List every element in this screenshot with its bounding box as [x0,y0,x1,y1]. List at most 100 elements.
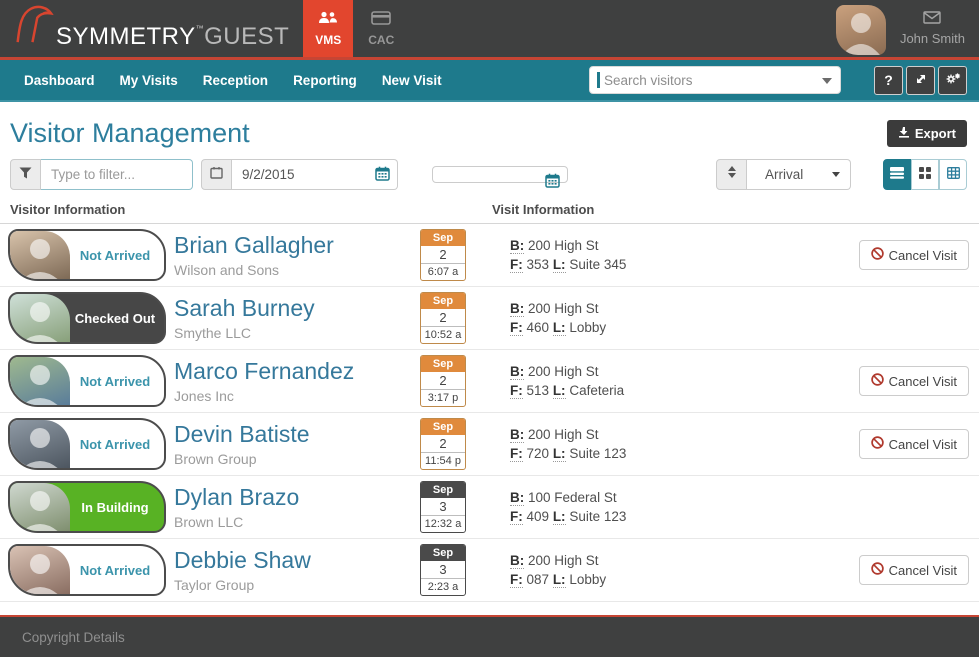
cancel-visit-button[interactable]: Cancel Visit [859,429,969,459]
expand-button[interactable] [906,66,935,95]
expand-icon [914,72,928,89]
status-label: Not Arrived [70,420,164,468]
visitor-status-badge: Not Arrived [8,544,166,596]
ban-icon [871,373,884,389]
visitor-name[interactable]: Brian Gallagher [174,232,420,258]
status-label: Not Arrived [70,357,164,405]
date-badge: Sep 2 6:07 a [420,229,466,281]
help-button[interactable]: ? [874,66,903,95]
export-button[interactable]: Export [887,120,967,147]
brand-name: SYMMETRY™GUEST [56,25,289,49]
date-badge: Sep 3 2:23 a [420,544,466,596]
main-nav: Dashboard My Visits Reception Reporting … [0,60,979,102]
filter-button[interactable] [10,159,41,190]
table-header: Visitor Information Visit Information [0,202,979,224]
avatar[interactable] [836,5,886,55]
nav-item-dashboard[interactable]: Dashboard [24,73,95,88]
date-from-input[interactable] [232,159,398,190]
tab-cac[interactable]: CAC [353,0,409,57]
settings-button[interactable] [938,66,967,95]
date-badge: Sep 2 10:52 a [420,292,466,344]
gears-icon [945,72,961,89]
visitor-name[interactable]: Devin Batiste [174,421,420,447]
visitor-status-badge: Not Arrived [8,229,166,281]
sort-arrows-icon [727,165,737,184]
chevron-down-icon[interactable] [822,78,832,84]
nav-item-reporting[interactable]: Reporting [293,73,357,88]
visitor-status-badge: In Building [8,481,166,533]
status-label: Not Arrived [70,231,164,279]
calendar-picker-icon[interactable] [545,173,560,193]
text-caret [597,72,600,88]
brand-logo [10,2,56,49]
users-icon [318,11,338,30]
visitor-photo [10,546,70,594]
sort-direction-button[interactable] [716,159,747,190]
table-row: Not Arrived Debbie Shaw Taylor Group Sep… [0,539,979,602]
view-list-button[interactable] [883,159,911,190]
view-grid-button[interactable] [911,159,939,190]
visitor-status-badge: Checked Out [8,292,166,344]
calendar-icon [210,166,223,184]
visitor-company: Brown LLC [174,514,420,530]
visit-info: B: 200 High St F: 353 L: Suite 345 [476,236,837,274]
mail-icon [923,11,941,29]
column-visit-information: Visit Information [492,202,594,217]
visitor-status-badge: Not Arrived [8,355,166,407]
visitor-name[interactable]: Debbie Shaw [174,547,420,573]
nav-item-reception[interactable]: Reception [203,73,268,88]
visitor-name[interactable]: Dylan Brazo [174,484,420,510]
visitor-photo [10,420,70,468]
date-from-addon[interactable] [201,159,232,190]
view-table-button[interactable] [939,159,967,190]
download-icon [898,126,910,141]
visitor-name[interactable]: Sarah Burney [174,295,420,321]
brand: SYMMETRY™GUEST [0,0,303,57]
visitor-company: Wilson and Sons [174,262,420,278]
visitor-photo [10,483,70,531]
ban-icon [871,562,884,578]
filter-input[interactable] [41,159,193,190]
nav-item-my-visits[interactable]: My Visits [120,73,178,88]
visitor-list: Not Arrived Brian Gallagher Wilson and S… [0,224,979,602]
grid-view-icon [919,166,931,184]
funnel-icon [19,166,32,184]
footer: Copyright Details [0,615,979,657]
date-badge: Sep 2 11:54 p [420,418,466,470]
calendar-picker-icon[interactable] [375,166,390,186]
search-box [589,66,841,94]
visit-info: B: 200 High St F: 460 L: Lobby [476,299,837,337]
visitor-photo [10,357,70,405]
visit-info: B: 200 High St F: 087 L: Lobby [476,551,837,589]
nav-item-new-visit[interactable]: New Visit [382,73,442,88]
module-tabs: VMS CAC [303,0,409,57]
question-icon: ? [884,72,893,88]
app-header: SYMMETRY™GUEST VMS CAC [0,0,979,60]
tab-vms[interactable]: VMS [303,0,353,57]
user-menu[interactable]: John Smith [900,11,965,46]
visitor-company: Brown Group [174,451,420,467]
table-view-icon [947,166,960,184]
sort-select[interactable]: Arrival [747,159,851,190]
page-title: Visitor Management [10,118,250,149]
column-visitor-information: Visitor Information [10,202,492,217]
visitor-name[interactable]: Marco Fernandez [174,358,420,384]
view-toggle [883,159,967,190]
status-label: In Building [70,483,164,531]
cancel-visit-button[interactable]: Cancel Visit [859,366,969,396]
date-badge: Sep 2 3:17 p [420,355,466,407]
filter-bar: Arrival [0,159,979,202]
table-row: Not Arrived Brian Gallagher Wilson and S… [0,224,979,287]
chevron-down-icon [832,172,840,177]
cancel-visit-button[interactable]: Cancel Visit [859,240,969,270]
date-badge: Sep 3 12:32 a [420,481,466,533]
visitor-company: Smythe LLC [174,325,420,341]
visitor-photo [10,231,70,279]
search-input[interactable] [589,66,841,94]
user-name: John Smith [900,31,965,46]
cancel-visit-button[interactable]: Cancel Visit [859,555,969,585]
table-row: Checked Out Sarah Burney Smythe LLC Sep … [0,287,979,350]
visitor-company: Taylor Group [174,577,420,593]
card-icon [371,11,391,30]
visitor-photo [10,294,70,342]
